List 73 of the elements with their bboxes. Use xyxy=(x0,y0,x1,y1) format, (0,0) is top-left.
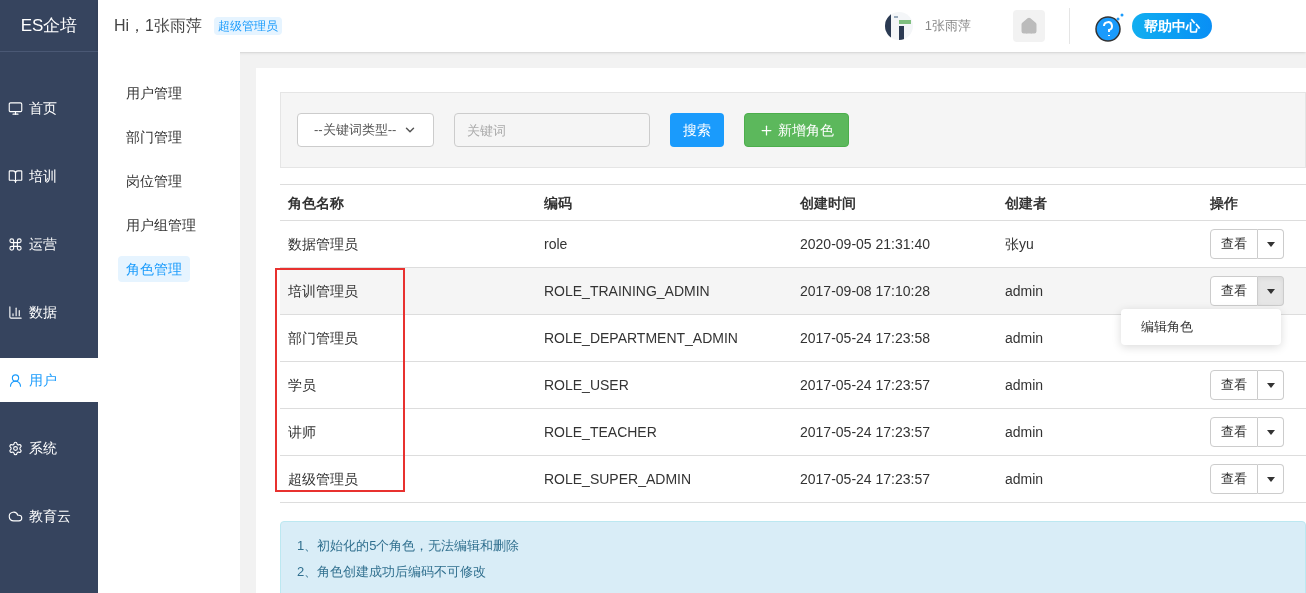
dropdown-toggle[interactable] xyxy=(1258,464,1284,494)
table-cell: 2017-09-08 17:10:28 xyxy=(800,282,930,299)
caret-icon xyxy=(1266,429,1275,435)
plus-icon xyxy=(759,122,774,138)
caret-icon xyxy=(1266,288,1275,294)
table-cell: 学员 xyxy=(288,376,316,393)
table-cell: ROLE_TEACHER xyxy=(544,423,657,440)
table-cell: role xyxy=(544,235,568,252)
cloud-icon xyxy=(8,508,23,524)
dropdown-toggle[interactable] xyxy=(1258,276,1284,306)
table-cell: 2017-05-24 17:23:57 xyxy=(800,423,930,440)
avatar[interactable] xyxy=(884,12,913,40)
table-cell: ROLE_TRAINING_ADMIN xyxy=(544,282,710,299)
column-header: 创建者 xyxy=(1005,194,1047,211)
dropdown-toggle[interactable] xyxy=(1258,370,1284,400)
role-badge: 超级管理员 xyxy=(214,17,282,35)
table-cell: 2017-05-24 17:23:57 xyxy=(800,470,930,487)
subnav-item[interactable]: 部门管理 xyxy=(118,124,190,150)
nav-item[interactable]: 系统 xyxy=(0,426,98,470)
view-button[interactable]: 查看 xyxy=(1210,370,1258,400)
table-cell: admin xyxy=(1005,470,1044,487)
keyword-type-select[interactable]: --关键词类型-- xyxy=(297,113,434,147)
caret-icon xyxy=(1266,241,1275,247)
keyword-field[interactable]: 关键词 xyxy=(454,113,650,147)
bar-chart-icon xyxy=(8,304,23,320)
table-cell: 超级管理员 xyxy=(288,470,358,487)
table-cell: ROLE_DEPARTMENT_ADMIN xyxy=(544,329,738,346)
table-cell: 张yu xyxy=(1005,235,1034,252)
subnav-item[interactable]: 用户组管理 xyxy=(118,212,204,238)
nav-item[interactable]: 首页 xyxy=(0,86,98,130)
table-cell: 培训管理员 xyxy=(288,282,358,299)
home-icon xyxy=(1020,17,1038,35)
table-cell: 2017-05-24 17:23:58 xyxy=(800,329,930,346)
brand-logo: ES企培 xyxy=(20,14,78,37)
view-button[interactable]: 查看 xyxy=(1210,464,1258,494)
book-icon xyxy=(8,168,23,184)
caret-icon xyxy=(1266,476,1275,482)
menu-item[interactable]: 编辑角色 xyxy=(1121,315,1281,339)
notice-text: 1、初始化的5个角色，无法编辑和删除 xyxy=(297,537,521,555)
table-cell: 讲师 xyxy=(288,423,316,440)
table-cell: admin xyxy=(1005,329,1044,346)
dropdown-toggle[interactable] xyxy=(1258,417,1284,447)
monitor-icon xyxy=(8,100,23,116)
view-button[interactable]: 查看 xyxy=(1210,276,1258,306)
view-button[interactable]: 查看 xyxy=(1210,229,1258,259)
table-cell: admin xyxy=(1005,282,1044,299)
column-header: 编码 xyxy=(544,194,572,211)
table-cell: 2020-09-05 21:31:40 xyxy=(800,235,930,252)
subnav-item[interactable]: 岗位管理 xyxy=(118,168,190,194)
nav-item[interactable]: 培训 xyxy=(0,154,98,198)
user-name[interactable]: 1张雨萍 xyxy=(924,16,971,36)
table-cell: admin xyxy=(1005,423,1044,440)
notice-text: 2、角色创建成功后编码不可修改 xyxy=(297,562,488,581)
dropdown-toggle[interactable] xyxy=(1258,229,1284,259)
table-cell: admin xyxy=(1005,376,1044,393)
caret-icon xyxy=(1266,382,1275,388)
table-cell: 部门管理员 xyxy=(288,329,358,346)
table-cell: 数据管理员 xyxy=(288,235,358,252)
gear-icon xyxy=(8,440,23,456)
command-icon xyxy=(8,236,23,252)
user-icon xyxy=(8,372,23,388)
greeting: Hi，1张雨萍 xyxy=(114,16,202,36)
table-cell: 2017-05-24 17:23:57 xyxy=(800,376,930,393)
table-cell: ROLE_USER xyxy=(544,376,629,393)
column-header: 操作 xyxy=(1210,194,1238,211)
column-header: 角色名称 xyxy=(288,194,344,211)
subnav-item[interactable]: 用户管理 xyxy=(118,80,190,106)
view-button[interactable]: 查看 xyxy=(1210,417,1258,447)
nav-item[interactable]: 数据 xyxy=(0,290,98,334)
nav-item[interactable]: 运营 xyxy=(0,222,98,266)
table-cell: ROLE_SUPER_ADMIN xyxy=(544,470,692,487)
column-header: 创建时间 xyxy=(800,194,856,211)
nav-item[interactable]: 教育云 xyxy=(0,494,98,538)
